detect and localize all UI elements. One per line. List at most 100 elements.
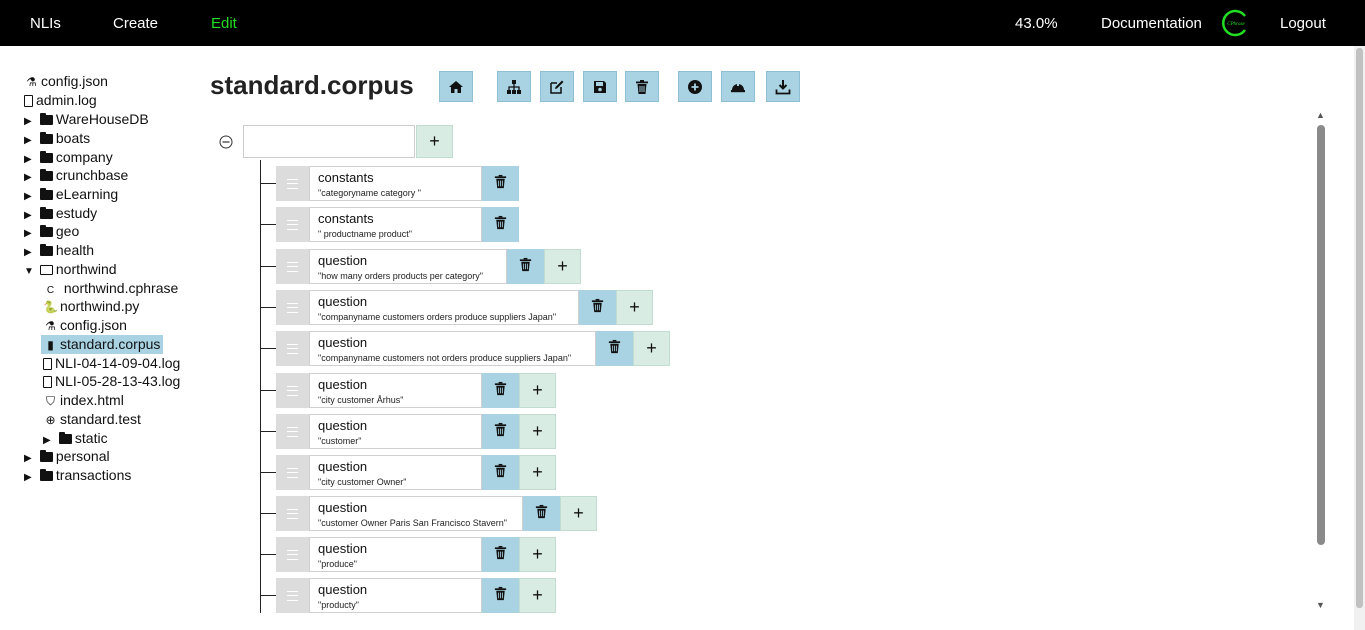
tree-item-northwind-config-json[interactable]: ⚗ config.json: [43, 316, 127, 335]
corpus-entry-question[interactable]: question "producty": [309, 578, 482, 613]
corpus-entry-question[interactable]: question "companyname customers orders pr…: [309, 290, 579, 325]
tree-branch: [260, 266, 276, 267]
structure-button[interactable]: [497, 71, 531, 102]
add-child-button[interactable]: +: [616, 290, 653, 325]
plus-icon: +: [557, 256, 568, 276]
cphrase-logo-icon[interactable]: CPhrase: [1222, 9, 1250, 37]
delete-entry-button[interactable]: [482, 455, 519, 490]
page-scrollbar-thumb[interactable]: [1356, 48, 1363, 608]
corpus-entry-question[interactable]: question "companyname customers not order…: [309, 331, 596, 366]
tree-folder-static[interactable]: ▶ static: [43, 429, 108, 448]
tree-folder-health[interactable]: ▶ health: [24, 241, 94, 260]
tree-folder-crunchbase[interactable]: ▶ crunchbase: [24, 166, 128, 185]
collapse-icon[interactable]: [219, 135, 233, 149]
tree-folder-warehousedb[interactable]: ▶ WareHouseDB: [24, 110, 149, 129]
corpus-entry-constants[interactable]: constants " productname product": [309, 207, 482, 242]
plus-icon: +: [532, 462, 543, 482]
tree-branch: [260, 307, 276, 308]
drag-handle[interactable]: [276, 331, 309, 366]
download-button[interactable]: [766, 71, 800, 102]
tree-folder-company[interactable]: ▶ company: [24, 148, 113, 167]
add-child-button[interactable]: +: [560, 496, 597, 531]
folder-icon: [39, 169, 53, 181]
delete-entry-button[interactable]: [482, 207, 519, 242]
corpus-entry-question[interactable]: question "produce": [309, 537, 482, 572]
corpus-entry-question[interactable]: question "customer": [309, 414, 482, 449]
drag-handle[interactable]: [276, 249, 309, 284]
corpus-entry-question[interactable]: question "city customer Owner": [309, 455, 482, 490]
delete-entry-button[interactable]: [507, 249, 544, 284]
delete-entry-button[interactable]: [579, 290, 616, 325]
nav-documentation[interactable]: Documentation: [1101, 15, 1202, 32]
plus-icon: +: [429, 131, 440, 151]
tree-item-northwind-py[interactable]: 🐍 northwind.py: [43, 297, 139, 316]
tree-folder-estudy[interactable]: ▶ estudy: [24, 204, 97, 223]
tree-item-nli-log-2[interactable]: NLI-05-28-13-43.log: [43, 372, 180, 391]
drag-handle[interactable]: [276, 537, 309, 572]
corpus-entry-question[interactable]: question "customer Owner Paris San Franci…: [309, 496, 523, 531]
entry-type: constants: [318, 211, 374, 226]
drag-handle[interactable]: [276, 207, 309, 242]
tree-folder-geo[interactable]: ▶ geo: [24, 222, 79, 241]
add-child-button[interactable]: +: [519, 537, 556, 572]
add-child-button[interactable]: +: [519, 373, 556, 408]
delete-entry-button[interactable]: [523, 496, 560, 531]
build-button[interactable]: [721, 71, 755, 102]
corpus-entry-constants[interactable]: constants "categoryname category ": [309, 166, 482, 201]
edit-button[interactable]: [540, 71, 574, 102]
entry-type: question: [318, 582, 368, 597]
delete-entry-button[interactable]: [482, 537, 519, 572]
tree-item-standard-corpus[interactable]: ▮ standard.corpus: [41, 335, 164, 354]
tree-item-northwind-cphrase[interactable]: C northwind.cphrase: [43, 279, 178, 298]
progress-indicator: 43.0%: [1015, 15, 1058, 32]
save-button[interactable]: [583, 71, 617, 102]
drag-handle[interactable]: [276, 166, 309, 201]
home-button[interactable]: [439, 71, 473, 102]
nav-logout[interactable]: Logout: [1280, 15, 1326, 32]
tree-item-standard-test[interactable]: ⊕ standard.test: [43, 410, 140, 429]
tree-item-config-json[interactable]: ⚗ config.json: [24, 72, 108, 91]
entry-text: "produce": [318, 559, 357, 569]
add-child-button[interactable]: +: [633, 331, 670, 366]
add-child-button[interactable]: +: [544, 249, 581, 284]
delete-entry-button[interactable]: [596, 331, 633, 366]
add-child-button[interactable]: +: [519, 414, 556, 449]
drag-handle[interactable]: [276, 414, 309, 449]
tree-folder-boats[interactable]: ▶ boats: [24, 129, 90, 148]
root-add-button[interactable]: +: [416, 125, 453, 158]
editor-scrollbar-thumb[interactable]: [1317, 125, 1325, 545]
nav-create[interactable]: Create: [113, 15, 158, 32]
nav-nlis[interactable]: NLIs: [30, 15, 61, 32]
plus-icon: +: [532, 380, 543, 400]
tree-item-index-html[interactable]: ⛉ index.html: [43, 391, 124, 410]
tree-folder-personal[interactable]: ▶ personal: [24, 447, 110, 466]
delete-file-button[interactable]: [625, 71, 659, 102]
nav-edit[interactable]: Edit: [211, 15, 237, 32]
drag-handle[interactable]: [276, 578, 309, 613]
drag-handle-icon: [287, 219, 298, 230]
tree-folder-transactions[interactable]: ▶ transactions: [24, 466, 131, 485]
drag-handle[interactable]: [276, 373, 309, 408]
delete-entry-button[interactable]: [482, 578, 519, 613]
root-name-input[interactable]: [243, 125, 415, 158]
add-child-button[interactable]: +: [519, 578, 556, 613]
corpus-entry-question[interactable]: question "city customer Århus": [309, 373, 482, 408]
tree-folder-elearning[interactable]: ▶ eLearning: [24, 185, 118, 204]
top-navbar: NLIs Create Edit 43.0% Documentation CPh…: [0, 0, 1365, 46]
caret-right-icon[interactable]: ▶: [24, 468, 36, 487]
tree-item-nli-log-1[interactable]: NLI-04-14-09-04.log: [43, 354, 180, 373]
tree-item-admin-log[interactable]: admin.log: [24, 91, 97, 110]
drag-handle[interactable]: [276, 496, 309, 531]
tree-folder-northwind[interactable]: ▼ northwind: [24, 260, 117, 279]
drag-handle[interactable]: [276, 455, 309, 490]
add-button[interactable]: [678, 71, 712, 102]
drag-handle[interactable]: [276, 290, 309, 325]
caret-down-icon[interactable]: ▼: [24, 262, 36, 281]
corpus-entry-question[interactable]: question "how many orders products per ca…: [309, 249, 507, 284]
scroll-up-icon[interactable]: ▲: [1316, 110, 1325, 120]
delete-entry-button[interactable]: [482, 166, 519, 201]
delete-entry-button[interactable]: [482, 373, 519, 408]
add-child-button[interactable]: +: [519, 455, 556, 490]
scroll-down-icon[interactable]: ▼: [1316, 600, 1325, 610]
delete-entry-button[interactable]: [482, 414, 519, 449]
